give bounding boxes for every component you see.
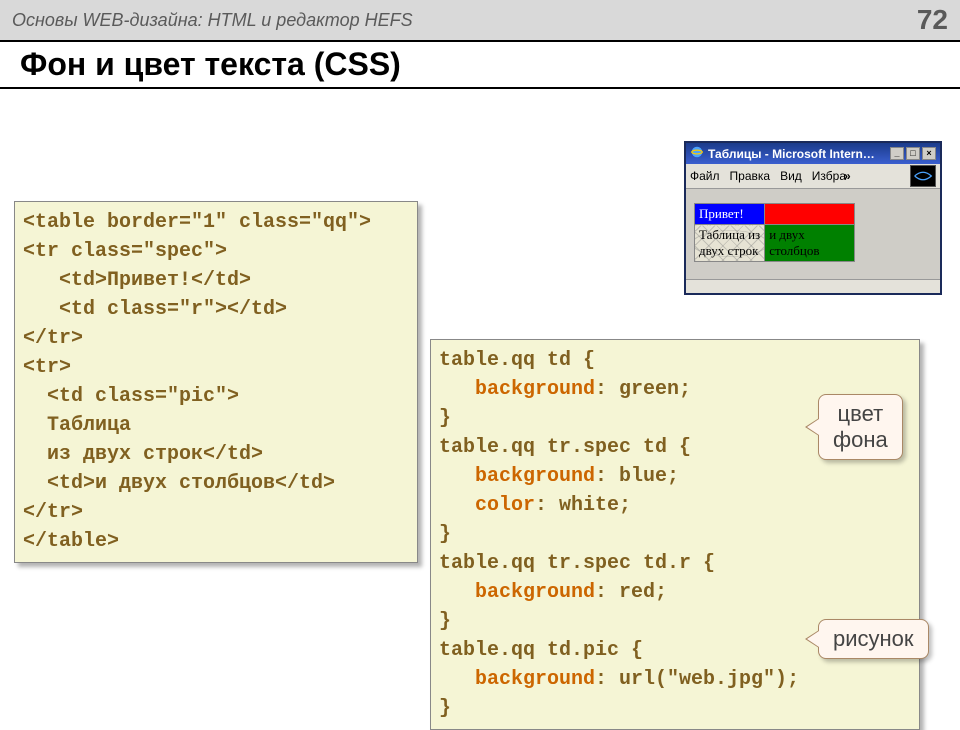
code-line: } (439, 610, 451, 633)
code-line: <tr class="spec"> (23, 240, 227, 263)
code-line: </tr> (23, 327, 83, 350)
code-line: <table border="1" class="qq"> (23, 211, 371, 234)
code-prop: background (439, 378, 595, 401)
menu-more-icon[interactable]: » (844, 169, 851, 183)
table-cell: Таблица из двух строк (695, 225, 765, 262)
code-line: } (439, 523, 451, 546)
course-header: Основы WEB-дизайна: HTML и редактор HEFS… (0, 0, 960, 40)
code-val: : white; (535, 494, 631, 517)
ie-icon (690, 145, 704, 162)
minimize-button[interactable]: _ (890, 147, 904, 160)
code-line: } (439, 407, 451, 430)
code-line: из двух строк</td> (23, 443, 263, 466)
close-button[interactable]: × (922, 147, 936, 160)
course-title: Основы WEB-дизайна: HTML и редактор HEFS (12, 10, 413, 31)
code-line: </table> (23, 530, 119, 553)
demo-table: Привет! Таблица из двух строк и двух сто… (694, 203, 855, 262)
table-cell: и двух столбцов (765, 225, 855, 262)
code-val: : green; (595, 378, 691, 401)
code-line: <tr> (23, 356, 71, 379)
browser-title: Таблицы - Microsoft Intern… (708, 147, 875, 161)
browser-viewport: Привет! Таблица из двух строк и двух сто… (686, 189, 940, 279)
browser-titlebar: Таблицы - Microsoft Intern… _ □ × (686, 143, 940, 164)
browser-menubar: Файл Правка Вид Избра» (686, 164, 940, 189)
maximize-button[interactable]: □ (906, 147, 920, 160)
code-line: </tr> (23, 501, 83, 524)
html-code-box: <table border="1" class="qq"> <tr class=… (14, 201, 418, 563)
code-prop: background (439, 581, 595, 604)
code-line: <td class="r"></td> (23, 298, 287, 321)
code-line: table.qq td { (439, 349, 595, 372)
menu-view[interactable]: Вид (780, 169, 802, 183)
code-line: table.qq td.pic { (439, 639, 643, 662)
code-val: : url("web.jpg"); (595, 668, 799, 691)
menu-edit[interactable]: Правка (730, 169, 771, 183)
browser-window: Таблицы - Microsoft Intern… _ □ × Файл П… (684, 141, 942, 295)
table-row: Таблица из двух строк и двух столбцов (695, 225, 855, 262)
ie-logo-icon (910, 165, 936, 187)
table-row: Привет! (695, 204, 855, 225)
code-prop: color (439, 494, 535, 517)
code-line: table.qq tr.spec td.r { (439, 552, 715, 575)
browser-statusbar (686, 279, 940, 293)
slide-title-bar: Фон и цвет текста (CSS) (0, 40, 960, 89)
code-line: <td>Привет!</td> (23, 269, 251, 292)
code-prop: background (439, 668, 595, 691)
code-line: Таблица (23, 414, 131, 437)
code-val: : red; (595, 581, 667, 604)
slide-content: <table border="1" class="qq"> <tr class=… (0, 89, 960, 729)
page-number: 72 (917, 4, 948, 36)
callout-text: цвет (838, 401, 884, 426)
code-line: table.qq tr.spec td { (439, 436, 691, 459)
code-val: : blue; (595, 465, 679, 488)
slide-title: Фон и цвет текста (CSS) (20, 46, 401, 83)
code-line: } (439, 697, 451, 720)
menu-file[interactable]: Файл (690, 169, 720, 183)
code-prop: background (439, 465, 595, 488)
callout-text: рисунок (833, 626, 914, 651)
code-line: <td>и двух столбцов</td> (23, 472, 335, 495)
menu-favorites[interactable]: Избра (812, 169, 846, 183)
table-cell: Привет! (695, 204, 765, 225)
callout-bg-color: цвет фона (818, 394, 903, 460)
callout-image: рисунок (818, 619, 929, 659)
table-cell (765, 204, 855, 225)
callout-text: фона (833, 427, 888, 452)
code-line: <td class="pic"> (23, 385, 239, 408)
